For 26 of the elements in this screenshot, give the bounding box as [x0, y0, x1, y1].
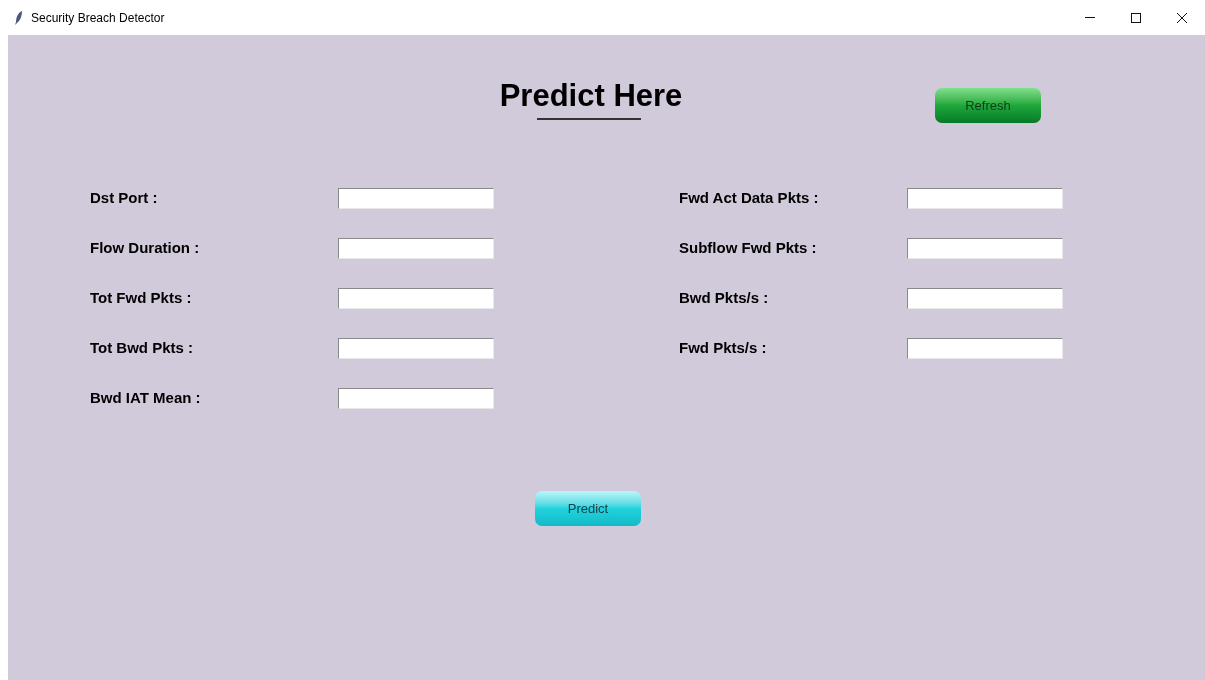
input-field[interactable]: [907, 237, 1063, 259]
field-label: Flow Duration :: [90, 237, 201, 258]
input-field[interactable]: [338, 287, 494, 309]
window-title: Security Breach Detector: [31, 9, 165, 27]
field-label: Bwd IAT Mean :: [90, 387, 202, 408]
input-field[interactable]: [907, 337, 1063, 359]
minimize-icon: [1085, 17, 1095, 18]
field-label: Subflow Fwd Pkts :: [679, 237, 818, 258]
field-label: Dst Port :: [90, 187, 159, 208]
field-label: Tot Fwd Pkts :: [90, 287, 193, 308]
input-field[interactable]: [907, 187, 1063, 209]
feather-icon: [15, 10, 23, 25]
predict-button[interactable]: Predict: [535, 491, 641, 526]
input-field[interactable]: [907, 287, 1063, 309]
field-label: Tot Bwd Pkts :: [90, 337, 195, 358]
maximize-icon: [1131, 12, 1141, 23]
input-field[interactable]: [338, 187, 494, 209]
input-field[interactable]: [338, 237, 494, 259]
input-field[interactable]: [338, 337, 494, 359]
field-label: Fwd Pkts/s :: [679, 337, 768, 358]
field-label: Fwd Act Data Pkts :: [679, 187, 820, 208]
input-field[interactable]: [338, 387, 494, 409]
refresh-button[interactable]: Refresh: [935, 88, 1041, 123]
close-icon: [1177, 12, 1187, 23]
heading: Predict Here: [499, 78, 683, 114]
field-label: Bwd Pkts/s :: [679, 287, 770, 308]
